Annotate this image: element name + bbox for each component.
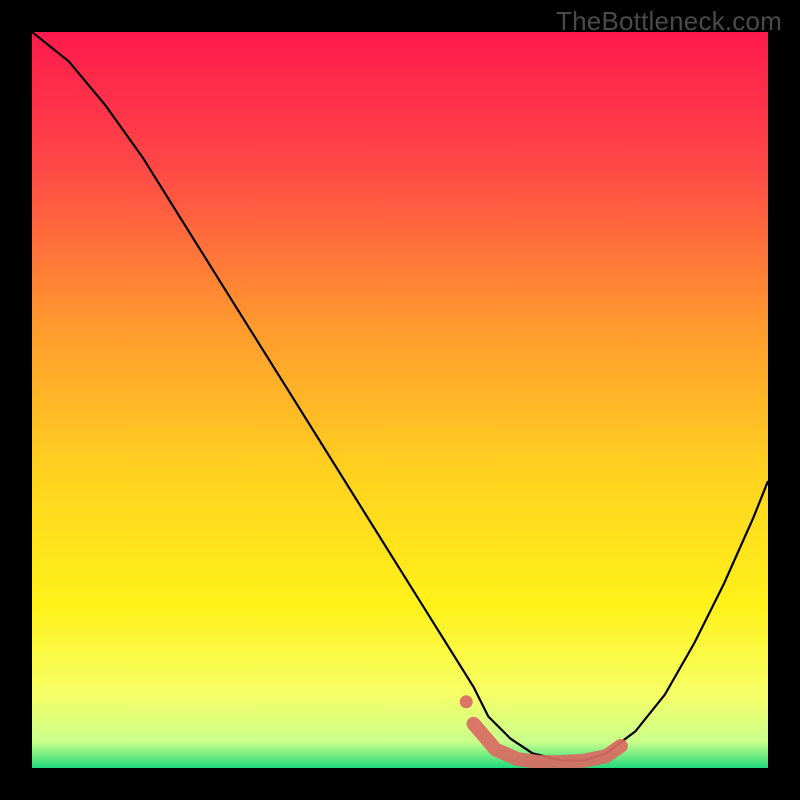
chart-svg	[32, 32, 768, 768]
chart-frame: TheBottleneck.com	[0, 0, 800, 800]
chart-background	[32, 32, 768, 768]
plot-area	[32, 32, 768, 768]
